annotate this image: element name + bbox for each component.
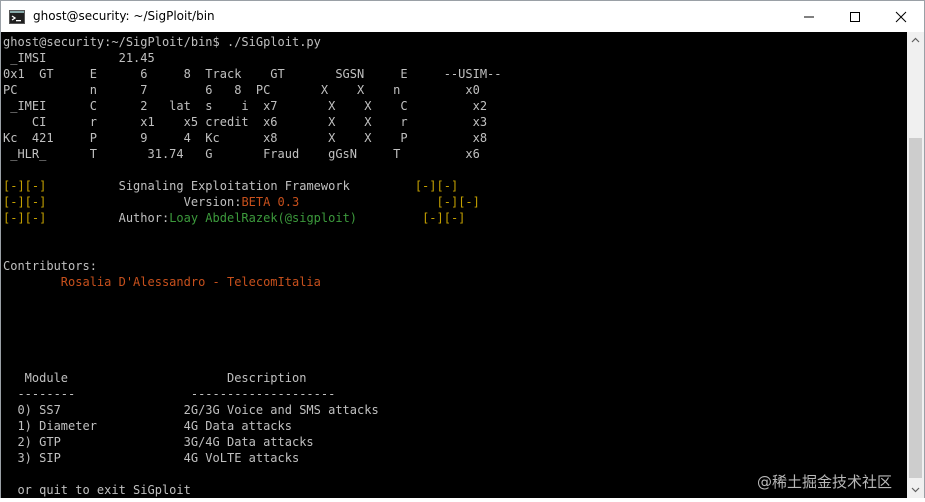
window-title: ghost@security: ~/SigPloit/bin — [33, 9, 215, 23]
vertical-scrollbar[interactable] — [907, 32, 924, 498]
frame-line: [-][-] Author:Loay AbdelRazek(@sigploit)… — [3, 210, 465, 226]
module-header: Module Description — [3, 371, 307, 385]
frame-tag: [-][-] — [3, 211, 47, 225]
chevron-up-icon — [911, 37, 920, 43]
banner-line: _IMSI 21.45 — [3, 51, 155, 65]
quit-hint: or quit to exit SiGploit — [3, 483, 191, 497]
title-bar[interactable]: ghost@security: ~/SigPloit/bin — [1, 1, 924, 32]
banner-line: Kc 421 P 9 4 Kc x8 X X P x8 — [3, 131, 488, 145]
banner-line: PC n 7 6 8 PC X X n x0 — [3, 83, 480, 97]
close-icon — [895, 11, 907, 23]
frame-tag: [-][-] — [422, 211, 466, 225]
banner-line: _HLR_ T 31.74 G Fraud gGsN T x6 — [3, 147, 480, 161]
frame-tag: [-][-] — [436, 195, 480, 209]
frame-tag: [-][-] — [3, 195, 47, 209]
terminal-window: ghost@security: ~/SigPloit/bin ghost@sec… — [0, 0, 925, 498]
scrollbar-thumb[interactable] — [909, 138, 922, 478]
author-value: Loay AbdelRazek(@sigploit) — [169, 211, 358, 225]
version-label: Version: — [183, 195, 242, 209]
scroll-down-button[interactable] — [907, 481, 924, 498]
module-item-diameter: 1) Diameter 4G Data attacks — [3, 419, 292, 433]
frame-tag: [-][-] — [3, 179, 47, 193]
close-button[interactable] — [878, 1, 924, 32]
banner-line: CI r x1 x5 credit x6 X X r x3 — [3, 115, 488, 129]
frame-line: [-][-] Version:BETA 0.3 [-][-] — [3, 194, 480, 210]
version-value: BETA 0.3 — [241, 195, 300, 209]
module-item-ss7: 0) SS7 2G/3G Voice and SMS attacks — [3, 403, 379, 417]
contributor-line: Rosalia D'Alessandro - TelecomItalia — [3, 274, 321, 290]
minimize-icon — [804, 16, 814, 18]
maximize-icon — [850, 12, 860, 22]
banner-line: 0x1 GT E 6 8 Track GT SGSN E --USIM-- — [3, 67, 502, 81]
minimize-button[interactable] — [786, 1, 832, 32]
terminal-app-icon — [9, 9, 25, 24]
author-label: Author: — [118, 211, 170, 225]
frame-tag: [-][-] — [414, 179, 459, 193]
maximize-button[interactable] — [832, 1, 878, 32]
scroll-up-button[interactable] — [907, 32, 924, 49]
frame-line: [-][-] Signaling Exploitation Framework … — [3, 178, 458, 194]
module-item-sip: 3) SIP 4G VoLTE attacks — [3, 451, 300, 465]
banner-line: _IMEI C 2 lat s i x7 X X C x2 — [3, 99, 488, 113]
command-prompt: ghost@security:~/SigPloit/bin$ ./SiGploi… — [3, 35, 321, 49]
contributor-name: Rosalia D'Alessandro - TelecomItalia — [60, 275, 321, 289]
module-item-gtp: 2) GTP 3G/4G Data attacks — [3, 435, 314, 449]
terminal-output[interactable]: ghost@security:~/SigPloit/bin$ ./SiGploi… — [1, 32, 907, 498]
chevron-down-icon — [911, 487, 920, 493]
framework-title: Signaling Exploitation Framework — [118, 179, 350, 193]
contributors-label: Contributors: — [3, 259, 97, 273]
module-rule: -------- -------------------- — [3, 387, 336, 401]
watermark: @稀土掘金技术社区 — [757, 473, 893, 491]
